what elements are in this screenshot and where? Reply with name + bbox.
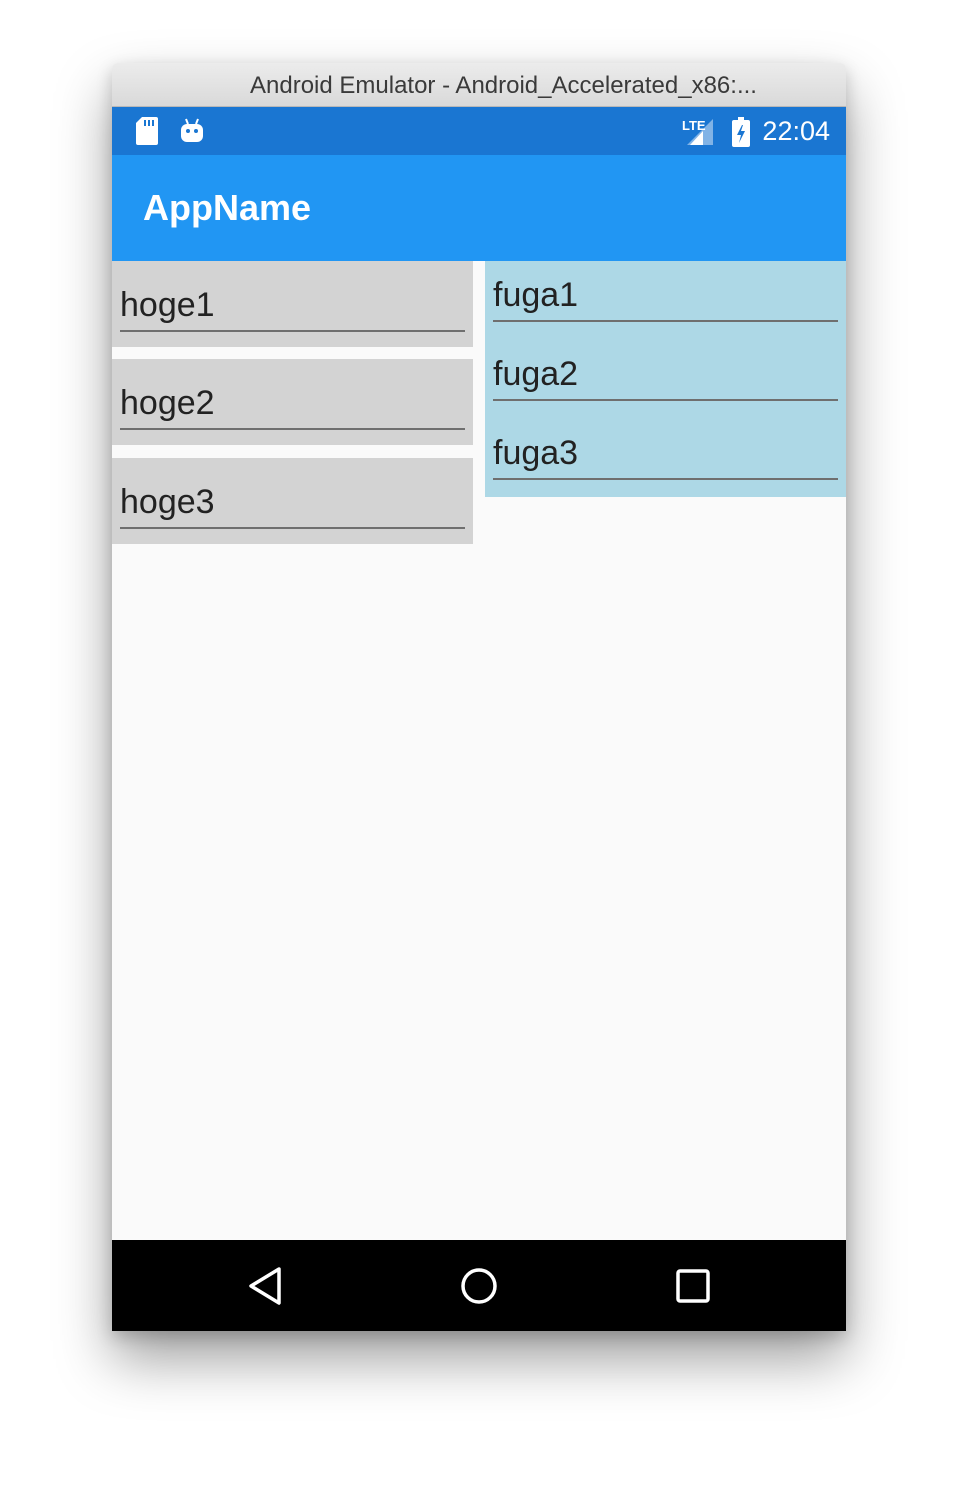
sd-card-icon [136, 117, 158, 145]
entry-underline [493, 399, 838, 401]
window-title: Android Emulator - Android_Accelerated_x… [250, 72, 757, 99]
home-icon[interactable] [455, 1262, 503, 1310]
left-entry-text: hoge3 [120, 483, 215, 521]
right-entry-text: fuga2 [493, 355, 579, 393]
battery-charging-icon [732, 117, 750, 147]
left-entry-hoge3[interactable]: hoge3 [112, 458, 473, 544]
entry-underline [120, 330, 465, 332]
right-entry-text: fuga1 [493, 276, 579, 314]
left-entry-text: hoge2 [120, 384, 215, 422]
lte-signal-icon [687, 119, 713, 145]
content-area: hoge1 hoge2 hoge3 fuga1 fuga2 fuga3 [112, 261, 846, 1240]
entry-underline [493, 478, 838, 480]
app-title: AppName [143, 187, 312, 228]
left-entry-hoge2[interactable]: hoge2 [112, 359, 473, 445]
status-bar: LTE 22:04 [112, 107, 846, 155]
right-entry-fuga1[interactable]: fuga1 [485, 261, 846, 339]
right-entry-fuga2[interactable]: fuga2 [485, 340, 846, 418]
app-bar: AppName [112, 155, 846, 261]
entry-underline [120, 527, 465, 529]
back-icon[interactable] [241, 1262, 289, 1310]
recents-icon[interactable] [669, 1262, 717, 1310]
entry-underline [493, 320, 838, 322]
status-time: 22:04 [762, 116, 830, 146]
navigation-bar [112, 1240, 846, 1331]
window-titlebar[interactable]: Android Emulator - Android_Accelerated_x… [112, 63, 846, 107]
left-entry-text: hoge1 [120, 286, 215, 324]
android-debug-icon [181, 118, 203, 142]
right-column: fuga1 fuga2 fuga3 [485, 261, 846, 497]
right-entry-fuga3[interactable]: fuga3 [485, 419, 846, 497]
entry-underline [120, 428, 465, 430]
left-entry-hoge1[interactable]: hoge1 [112, 261, 473, 347]
emulator-window: Android Emulator - Android_Accelerated_x… [112, 63, 846, 1331]
right-entry-text: fuga3 [493, 434, 579, 472]
